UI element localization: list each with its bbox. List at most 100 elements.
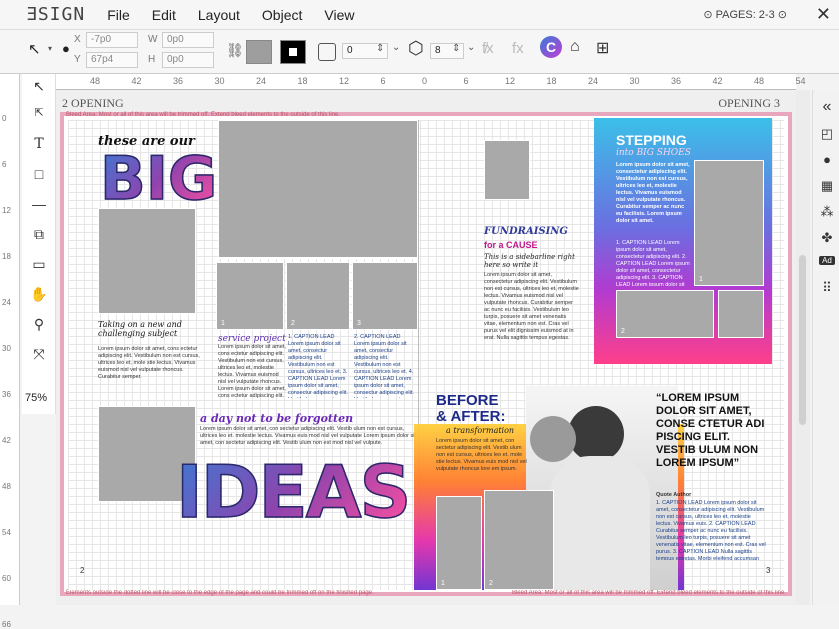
line-tool-icon[interactable]: —	[30, 196, 48, 212]
photo-frame[interactable]	[718, 290, 764, 338]
ideas-heading[interactable]: IDEAS	[175, 449, 412, 535]
direct-select-tool-icon[interactable]: ⇱	[30, 106, 48, 119]
photo-frame[interactable]	[98, 208, 196, 314]
photo-number: 1	[699, 276, 703, 283]
tools-panel: ↖ ⇱ T □ — ⧉ ▭ ✋ ⚲ ⤧ 75%	[22, 74, 56, 414]
stepping-heading[interactable]: STEPPING	[616, 132, 687, 148]
stepping-captions[interactable]: 1. CAPTION LEAD Lorem ipsum dolor sit am…	[616, 240, 690, 286]
menu-edit[interactable]: Edit	[152, 7, 176, 23]
pull-quote[interactable]: “LOREM IPSUM DOLOR SIT AMET, CONSE CTETU…	[656, 392, 766, 470]
ruler-tick: 0	[2, 114, 7, 123]
transformation-subheading[interactable]: a transformation	[446, 426, 514, 435]
ruler-tick: 0	[422, 76, 428, 86]
photo-number: 2	[291, 320, 295, 327]
photo-frame[interactable]: 2	[484, 490, 554, 590]
effects-icon[interactable]: f̸x	[482, 40, 494, 57]
y-field[interactable]: 67p4	[86, 52, 138, 68]
fundraising-heading[interactable]: FUNDRAISING	[484, 226, 568, 237]
grid-icon[interactable]: ▦	[819, 178, 835, 194]
speech-bubble-tool-icon[interactable]: ▭	[30, 256, 48, 273]
stroke-color-swatch[interactable]	[280, 40, 306, 64]
service-body-text[interactable]: Lorem ipsum dolor sit amet, cons ectetur…	[218, 344, 286, 398]
photo-frame[interactable]: 3	[352, 262, 418, 330]
styles-icon[interactable]: ⁂	[819, 204, 835, 220]
fundraising-sidebar[interactable]: This is a sidebarline right here so writ…	[484, 253, 576, 269]
users-icon[interactable]: ●	[819, 152, 835, 167]
caption-block[interactable]: 1. CAPTION LEAD Lorem ipsum dolor sit am…	[288, 334, 350, 398]
menu-layout[interactable]: Layout	[198, 7, 240, 23]
photo-number: 1	[441, 580, 445, 587]
pointer-icon[interactable]: ↖	[28, 40, 41, 58]
fit-tool-icon[interactable]: ⤧	[30, 346, 48, 363]
color-theme-icon[interactable]: C	[540, 36, 562, 58]
next-page-icon[interactable]: ⊙	[778, 9, 787, 21]
stepping-body-text[interactable]: Lorem ipsum dolor sit amet, consectetur …	[616, 162, 690, 236]
unlink-icon[interactable]: ⛓	[226, 42, 244, 59]
hand-tool-icon[interactable]: ✋	[30, 286, 48, 303]
x-field[interactable]: -7p0	[86, 32, 138, 48]
menu-object[interactable]: Object	[262, 7, 302, 23]
tag-icon[interactable]: ⌂	[570, 38, 580, 56]
add-icon[interactable]: ⊞	[596, 38, 609, 58]
photo-number: 3	[357, 320, 361, 327]
page-spread[interactable]: these are our BIG Taking on a new and ch…	[68, 118, 784, 590]
big-heading[interactable]: BIG	[99, 143, 218, 215]
before-body-text[interactable]: Lorem ipsum dolor sit amet, con sectetur…	[436, 438, 528, 480]
corner-shape-icon[interactable]: ⬡	[408, 38, 424, 59]
rectangle-tool-icon[interactable]: □	[30, 166, 48, 182]
photo-frame[interactable]: 2	[616, 290, 714, 338]
layers-icon[interactable]: ◰	[819, 126, 835, 142]
zoom-level[interactable]: 75%	[25, 392, 47, 404]
scroll-thumb[interactable]	[799, 255, 806, 425]
taking-body-text[interactable]: Lorem ipsum dolor sit amet, cons ectetur…	[98, 346, 206, 394]
photo-frame[interactable]: 1	[694, 160, 764, 286]
ad-icon[interactable]: Ad	[819, 256, 835, 265]
ruler-tick: 6	[463, 76, 469, 86]
select-tool-icon[interactable]: ↖	[30, 78, 48, 95]
apps-icon[interactable]: ⠿	[819, 280, 835, 296]
menu-file[interactable]: File	[107, 7, 130, 23]
photo-frame[interactable]: 1	[436, 496, 482, 590]
close-icon[interactable]: ✕	[816, 4, 831, 25]
color-picker-icon[interactable]: ✤	[819, 230, 835, 246]
corner-stepper-icon[interactable]: ⇕	[452, 43, 460, 54]
stroke-stepper-icon[interactable]: ⇕	[376, 43, 384, 54]
before-heading[interactable]: BEFORE	[436, 392, 499, 409]
width-field[interactable]: 0p0	[162, 32, 214, 48]
menu-view[interactable]: View	[324, 7, 354, 23]
stepping-subheading[interactable]: into BIG SHOES	[616, 148, 691, 158]
ruler-tick: 60	[2, 574, 11, 583]
photo-frame[interactable]	[484, 140, 530, 200]
chevron-down-icon[interactable]: ▾	[48, 44, 52, 53]
day-heading[interactable]: a day not to be forgotten	[200, 412, 353, 425]
fx-icon[interactable]: fx	[512, 40, 524, 57]
ruler-tick: 48	[2, 482, 11, 491]
taking-heading[interactable]: Taking on a new and challenging subject	[98, 320, 218, 338]
zoom-tool-icon[interactable]: ⚲	[30, 316, 48, 333]
fundraising-body-text[interactable]: Lorem ipsum dolor sit amet, consectetur …	[484, 272, 580, 392]
height-field[interactable]: 0p0	[162, 52, 214, 68]
fill-color-swatch[interactable]	[246, 40, 272, 64]
fundraising-subheading[interactable]: for a CAUSE	[484, 240, 538, 250]
bleed-top-note: Bleed Area: Most or all of this area wil…	[66, 112, 341, 118]
image-frame-tool-icon[interactable]: ⧉	[30, 226, 48, 243]
vertical-scrollbar[interactable]	[796, 90, 810, 605]
corner-dropdown-icon[interactable]: ⌄	[467, 42, 475, 53]
photo-frame[interactable]	[218, 120, 418, 258]
photo-number: 1	[221, 320, 225, 327]
quote-author[interactable]: Quote Author	[656, 492, 766, 499]
document-canvas[interactable]: 2 OPENING OPENING 3 Bleed Area: Most or …	[56, 90, 796, 605]
caption-block[interactable]: 2. CAPTION LEAD Lorem ipsum dolor sit am…	[354, 334, 416, 398]
photo-frame[interactable]: 2	[286, 262, 350, 330]
anchor-point-icon[interactable]: ●	[62, 41, 70, 56]
stroke-weight-icon[interactable]	[318, 43, 336, 61]
prev-page-icon[interactable]: ⊙	[703, 9, 712, 21]
service-project-heading[interactable]: service project	[218, 334, 286, 344]
quote-captions[interactable]: 1. CAPTION LEAD Lorem ipsum dolor sit am…	[656, 500, 766, 560]
text-tool-icon[interactable]: T	[30, 136, 48, 152]
stepping-panel[interactable]: STEPPING into BIG SHOES Lorem ipsum dolo…	[594, 118, 772, 364]
stroke-dropdown-icon[interactable]: ⌄	[392, 42, 400, 53]
photo-frame[interactable]: 1	[216, 262, 284, 330]
collapse-panel-icon[interactable]: «	[819, 98, 835, 116]
after-heading[interactable]: & AFTER:	[436, 408, 505, 425]
